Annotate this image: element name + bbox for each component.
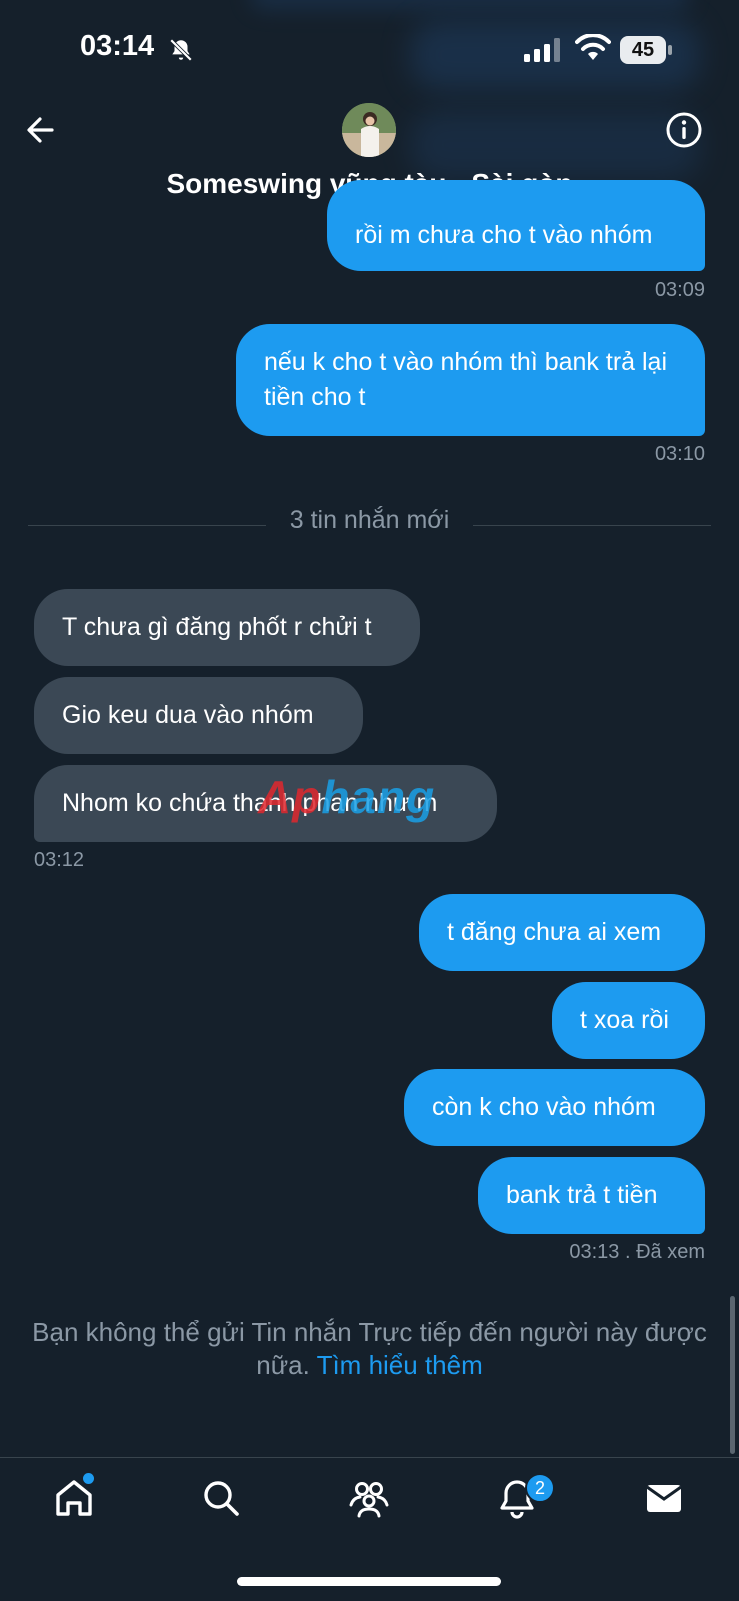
battery-level: 45: [631, 39, 655, 61]
messages-icon[interactable]: [642, 1476, 686, 1520]
watermark-logo: Aphang: [258, 771, 436, 823]
message-bubble-outgoing[interactable]: t xoa rồi: [552, 982, 705, 1059]
message-bubble-incoming[interactable]: T chưa gì đăng phốt r chửi t: [34, 589, 420, 666]
message-bubble-outgoing[interactable]: rồi m chưa cho t vào nhóm: [327, 180, 705, 271]
info-button[interactable]: [664, 110, 704, 150]
message-timestamp-seen: 03:13 . Đã xem: [569, 1241, 705, 1263]
message-bubble-outgoing[interactable]: nếu k cho t vào nhóm thì bank trả lại ti…: [236, 324, 705, 436]
avatar[interactable]: [342, 103, 396, 157]
back-button[interactable]: [22, 110, 62, 150]
signal-icon: [524, 38, 560, 62]
home-indicator[interactable]: [237, 1577, 501, 1586]
search-icon[interactable]: [199, 1476, 243, 1520]
notification-badge: 2: [525, 1473, 555, 1503]
message-timestamp: 03:10: [654, 443, 705, 465]
avatar-image: [342, 103, 396, 157]
message-timestamp: 03:09: [654, 279, 705, 301]
communities-icon[interactable]: [347, 1476, 391, 1520]
home-unread-dot: [83, 1473, 94, 1484]
message-bubble-outgoing[interactable]: bank trả t tiền: [478, 1157, 705, 1234]
new-messages-divider: 3 tin nhắn mới: [289, 506, 450, 534]
message-bubble-incoming[interactable]: Gio keu dua vào nhóm: [34, 677, 363, 754]
scrollbar[interactable]: [730, 1296, 735, 1454]
learn-more-link[interactable]: Tìm hiểu thêm: [317, 1350, 483, 1380]
blurred-overlay: [250, 0, 690, 10]
divider-line: [28, 525, 266, 526]
message-bubble-outgoing[interactable]: t đăng chưa ai xem: [419, 894, 705, 971]
divider-line: [473, 525, 711, 526]
message-timestamp: 03:12: [34, 849, 85, 871]
status-time: 03:14: [80, 30, 155, 62]
cannot-message-notice: Bạn không thể gửi Tin nhắn Trực tiếp đến…: [20, 1316, 719, 1382]
bell-off-icon: [169, 38, 193, 62]
message-bubble-outgoing[interactable]: còn k cho vào nhóm: [404, 1069, 705, 1146]
wifi-icon: [575, 34, 611, 60]
